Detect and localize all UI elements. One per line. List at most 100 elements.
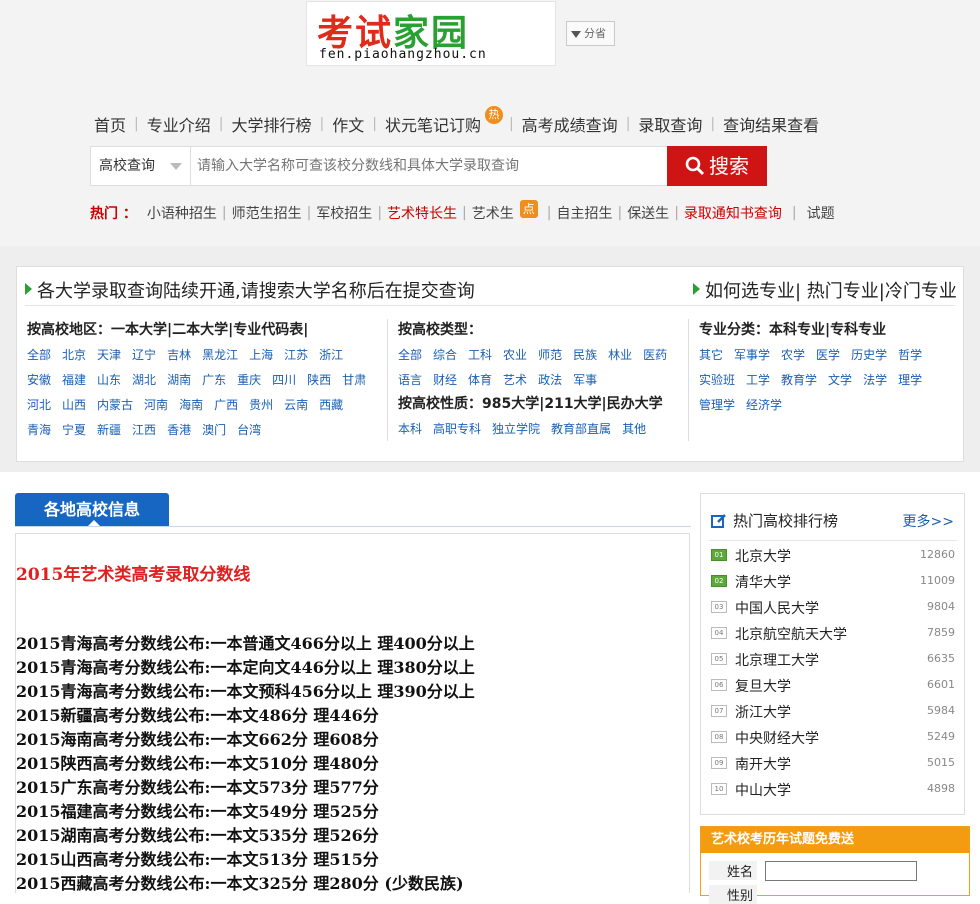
nav-university-ranking[interactable]: 大学排行榜: [231, 112, 311, 136]
type-link[interactable]: 医药: [643, 343, 667, 368]
type-link[interactable]: 综合: [433, 343, 457, 368]
tab-university-info[interactable]: 各地高校信息: [15, 493, 169, 527]
region-link[interactable]: 河南: [144, 393, 168, 418]
major-link[interactable]: 文学: [828, 368, 852, 393]
region-link[interactable]: 河北: [27, 393, 51, 418]
hot-link[interactable]: 试题: [807, 203, 835, 223]
major-link[interactable]: 哲学: [898, 343, 922, 368]
major-link[interactable]: 农学: [781, 343, 805, 368]
ranking-item[interactable]: 05 北京理工大学 6635: [711, 647, 955, 673]
region-link[interactable]: 上海: [249, 343, 273, 368]
search-input[interactable]: [191, 147, 667, 185]
major-link[interactable]: 理学: [898, 368, 922, 393]
nav-score-query[interactable]: 高考成绩查询: [522, 112, 618, 136]
major-link[interactable]: 经济学: [746, 393, 782, 418]
search-type-select[interactable]: 高校查询: [91, 147, 191, 185]
nav-admission-query[interactable]: 录取查询: [638, 112, 702, 136]
type-link[interactable]: 体育: [468, 368, 492, 393]
ranking-more-link[interactable]: 更多>>: [903, 511, 954, 531]
major-link[interactable]: 管理学: [699, 393, 735, 418]
ranking-item[interactable]: 02 清华大学 11009: [711, 569, 955, 595]
ranking-item[interactable]: 01 北京大学 12860: [711, 543, 955, 569]
hot-link[interactable]: 保送生: [627, 203, 669, 223]
site-logo[interactable]: 考试家园 fen.piaohangzhou.cn: [306, 1, 556, 66]
region-link[interactable]: 江西: [132, 418, 156, 443]
major-link[interactable]: 历史学: [851, 343, 887, 368]
major-link[interactable]: 工学: [746, 368, 770, 393]
major-link[interactable]: 法学: [863, 368, 887, 393]
ranking-item[interactable]: 10 中山大学 4898: [711, 777, 955, 803]
region-link[interactable]: 安徽: [27, 368, 51, 393]
region-link[interactable]: 山西: [62, 393, 86, 418]
region-link[interactable]: 江苏: [284, 343, 308, 368]
region-link[interactable]: 四川: [272, 368, 296, 393]
region-link[interactable]: 湖南: [167, 368, 191, 393]
region-link[interactable]: 全部: [27, 343, 51, 368]
province-button[interactable]: 分省: [566, 21, 615, 46]
type-link[interactable]: 艺术: [503, 368, 527, 393]
major-link[interactable]: 医学: [816, 343, 840, 368]
ranking-item[interactable]: 04 北京航空航天大学 7859: [711, 621, 955, 647]
nature-link[interactable]: 高职专科: [433, 417, 481, 442]
major-link[interactable]: 其它: [699, 343, 723, 368]
region-link[interactable]: 广西: [214, 393, 238, 418]
region-link[interactable]: 陕西: [307, 368, 331, 393]
region-link[interactable]: 海南: [179, 393, 203, 418]
nav-notes-order[interactable]: 状元笔记订购: [385, 116, 481, 135]
region-link[interactable]: 西藏: [319, 393, 343, 418]
nav-result-view[interactable]: 查询结果查看: [723, 112, 819, 136]
region-link[interactable]: 北京: [62, 343, 86, 368]
nav-majors[interactable]: 专业介绍: [147, 112, 211, 136]
nature-link[interactable]: 其他: [622, 417, 646, 442]
region-link[interactable]: 云南: [284, 393, 308, 418]
ranking-item[interactable]: 08 中央财经大学 5249: [711, 725, 955, 751]
region-link[interactable]: 宁夏: [62, 418, 86, 443]
hot-link[interactable]: 艺术生: [472, 203, 514, 223]
region-link[interactable]: 香港: [167, 418, 191, 443]
hot-link[interactable]: 自主招生: [556, 203, 612, 223]
type-link[interactable]: 师范: [538, 343, 562, 368]
region-link[interactable]: 台湾: [237, 418, 261, 443]
type-link[interactable]: 政法: [538, 368, 562, 393]
ranking-item[interactable]: 09 南开大学 5015: [711, 751, 955, 777]
ranking-item[interactable]: 06 复旦大学 6601: [711, 673, 955, 699]
region-link[interactable]: 新疆: [97, 418, 121, 443]
region-link[interactable]: 浙江: [319, 343, 343, 368]
type-link[interactable]: 林业: [608, 343, 632, 368]
major-link[interactable]: 军事学: [734, 343, 770, 368]
search-button[interactable]: 搜索: [667, 146, 767, 186]
type-link[interactable]: 工科: [468, 343, 492, 368]
region-link[interactable]: 天津: [97, 343, 121, 368]
hot-link[interactable]: 艺术特长生: [387, 203, 457, 223]
type-link[interactable]: 语言: [398, 368, 422, 393]
ranking-item[interactable]: 03 中国人民大学 9804: [711, 595, 955, 621]
nav-home[interactable]: 首页: [94, 112, 126, 136]
type-link[interactable]: 民族: [573, 343, 597, 368]
hot-link[interactable]: 师范生招生: [232, 203, 302, 223]
type-link[interactable]: 军事: [573, 368, 597, 393]
region-link[interactable]: 山东: [97, 368, 121, 393]
major-link[interactable]: 实验班: [699, 368, 735, 393]
hot-link[interactable]: 军校招生: [316, 203, 372, 223]
nature-link[interactable]: 教育部直属: [551, 417, 611, 442]
region-link[interactable]: 贵州: [249, 393, 273, 418]
region-link[interactable]: 湖北: [132, 368, 156, 393]
article-title[interactable]: 2015年艺术类高考录取分数线: [16, 560, 250, 585]
region-link[interactable]: 澳门: [202, 418, 226, 443]
type-link[interactable]: 农业: [503, 343, 527, 368]
nature-link[interactable]: 独立学院: [492, 417, 540, 442]
region-link[interactable]: 福建: [62, 368, 86, 393]
ranking-item[interactable]: 07 浙江大学 5984: [711, 699, 955, 725]
type-link[interactable]: 全部: [398, 343, 422, 368]
name-input[interactable]: [765, 861, 917, 881]
hot-link[interactable]: 录取通知书查询: [684, 203, 782, 223]
major-link[interactable]: 教育学: [781, 368, 817, 393]
region-link[interactable]: 吉林: [167, 343, 191, 368]
region-link[interactable]: 甘肃: [342, 368, 366, 393]
region-link[interactable]: 青海: [27, 418, 51, 443]
region-link[interactable]: 内蒙古: [97, 393, 133, 418]
nature-link[interactable]: 本科: [398, 417, 422, 442]
region-link[interactable]: 黑龙江: [202, 343, 238, 368]
region-link[interactable]: 重庆: [237, 368, 261, 393]
panel-title-right[interactable]: 如何选专业| 热门专业|冷门专业: [693, 277, 957, 303]
